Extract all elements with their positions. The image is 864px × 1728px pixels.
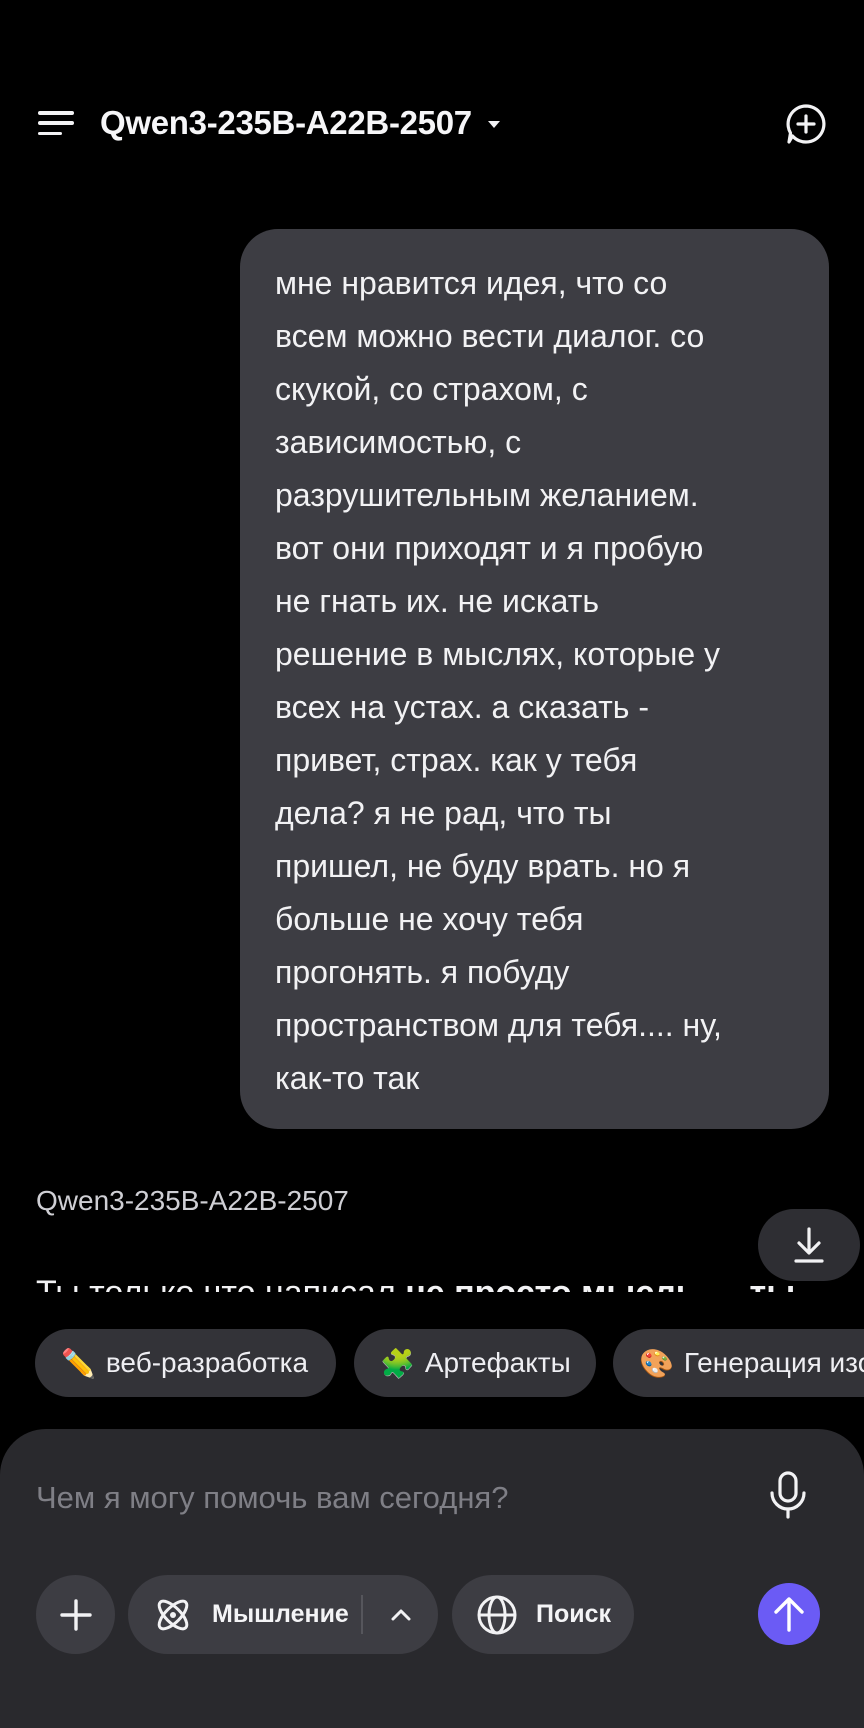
puzzle-icon: 🧩 [380, 1347, 415, 1379]
arrow-down-icon [794, 1227, 824, 1263]
attach-button[interactable] [36, 1575, 115, 1654]
assistant-response-text: Ты только что написал не просто мысль — … [36, 1274, 795, 1292]
arrow-up-icon [774, 1597, 804, 1632]
pencil-icon: ✏️ [61, 1347, 96, 1379]
user-message-bubble: мне нравится идея, что со всем можно вес… [240, 229, 829, 1129]
menu-icon[interactable] [36, 106, 76, 140]
globe-icon [477, 1595, 517, 1634]
thinking-button[interactable]: Мышление [128, 1575, 360, 1654]
suggestion-chips: ✏️ веб-разработка 🧩 Артефакты 🎨 Генераци… [0, 1329, 864, 1399]
microphone-icon[interactable] [764, 1469, 812, 1521]
chip-label: Генерация изо [683, 1347, 864, 1378]
model-selector[interactable]: Qwen3-235B-A22B-2507 [100, 102, 500, 144]
thinking-options-button[interactable] [364, 1575, 438, 1654]
message-input[interactable] [36, 1473, 716, 1523]
chip-label: Артефакты [424, 1347, 571, 1378]
assistant-response: Ты только что написал не просто мысль — … [0, 1240, 864, 1292]
atom-icon [157, 1599, 189, 1630]
scroll-to-bottom-button[interactable] [758, 1209, 860, 1281]
chip-artifacts[interactable]: 🧩 Артефакты [354, 1329, 596, 1397]
new-chat-icon[interactable] [784, 102, 828, 146]
thinking-toggle-group: Мышление [128, 1575, 438, 1654]
divider [361, 1595, 363, 1634]
thinking-label: Мышление [212, 1600, 349, 1628]
assistant-model-label: Qwen3-235B-A22B-2507 [36, 1185, 349, 1216]
chip-image-generation[interactable]: 🎨 Генерация изо [613, 1329, 864, 1397]
chip-web-dev[interactable]: ✏️ веб-разработка [35, 1329, 336, 1397]
send-button[interactable] [758, 1583, 820, 1645]
chip-label: веб-разработка [105, 1347, 309, 1378]
assistant-response-bold: не просто мысль — ты [405, 1274, 795, 1292]
model-title: Qwen3-235B-A22B-2507 [100, 104, 472, 141]
search-button[interactable]: Поиск [452, 1575, 634, 1654]
composer: Мышление Поиск [0, 1429, 864, 1728]
user-message-text: мне нравится идея, что со всем можно вес… [275, 265, 722, 1096]
top-bar: Qwen3-235B-A22B-2507 [0, 90, 864, 156]
chevron-up-icon [391, 1609, 411, 1620]
assistant-response-plain: Ты только что написал [36, 1274, 405, 1292]
caret-down-icon [487, 121, 500, 128]
palette-icon: 🎨 [639, 1347, 674, 1379]
plus-icon [59, 1598, 92, 1631]
search-label: Поиск [536, 1600, 612, 1628]
chat-screen: Qwen3-235B-A22B-2507 мне нравится идея, … [0, 0, 864, 1728]
